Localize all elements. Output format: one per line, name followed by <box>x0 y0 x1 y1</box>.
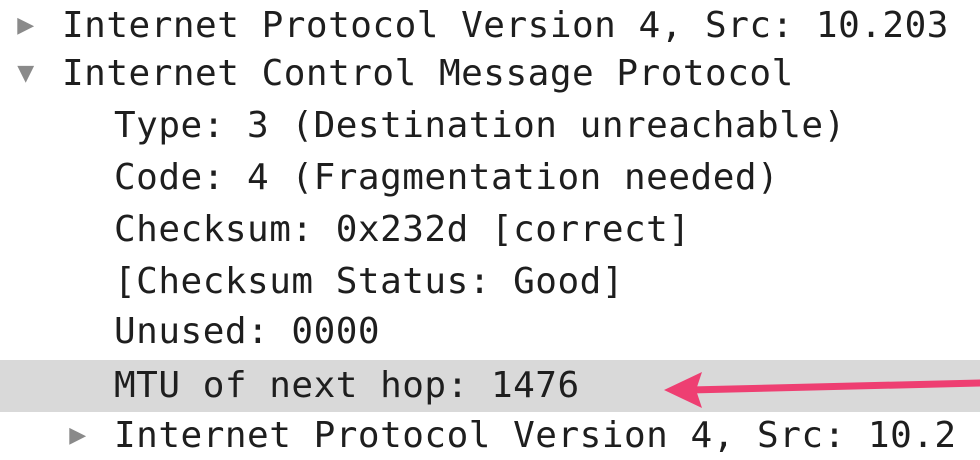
tree-row-checksum-status[interactable]: [Checksum Status: Good] <box>0 256 980 308</box>
packet-details-tree: ▶ Internet Protocol Version 4, Src: 10.2… <box>0 0 980 460</box>
tree-row-icmp-type[interactable]: Type: 3 (Destination unreachable) <box>0 100 980 152</box>
tree-row-label: MTU of next hop: 1476 <box>114 365 580 406</box>
tree-row-label: Internet Protocol Version 4, Src: 10.203 <box>62 5 949 46</box>
tree-row-mtu-next-hop[interactable]: MTU of next hop: 1476 <box>0 360 980 412</box>
tree-row-unused[interactable]: Unused: 0000 <box>0 306 980 358</box>
expand-triangle-icon[interactable]: ▶ <box>66 410 90 460</box>
tree-row-icmp[interactable]: ▼ Internet Control Message Protocol <box>0 48 980 100</box>
tree-row-label: Internet Protocol Version 4, Src: 10.2 <box>114 415 957 456</box>
tree-row-label: Internet Control Message Protocol <box>62 53 794 94</box>
tree-row-ipv4-outer[interactable]: ▶ Internet Protocol Version 4, Src: 10.2… <box>0 0 980 52</box>
tree-row-label: Checksum: 0x232d [correct] <box>114 209 691 250</box>
tree-row-icmp-code[interactable]: Code: 4 (Fragmentation needed) <box>0 152 980 204</box>
tree-row-ipv4-inner[interactable]: ▶ Internet Protocol Version 4, Src: 10.2 <box>0 410 980 460</box>
tree-row-label: Code: 4 (Fragmentation needed) <box>114 157 780 198</box>
tree-row-label: Type: 3 (Destination unreachable) <box>114 105 846 146</box>
tree-row-label: [Checksum Status: Good] <box>114 261 624 302</box>
tree-row-checksum[interactable]: Checksum: 0x232d [correct] <box>0 204 980 256</box>
tree-row-label: Unused: 0000 <box>114 311 381 352</box>
expand-triangle-icon[interactable]: ▶ <box>14 0 38 52</box>
collapse-triangle-icon[interactable]: ▼ <box>14 48 38 100</box>
